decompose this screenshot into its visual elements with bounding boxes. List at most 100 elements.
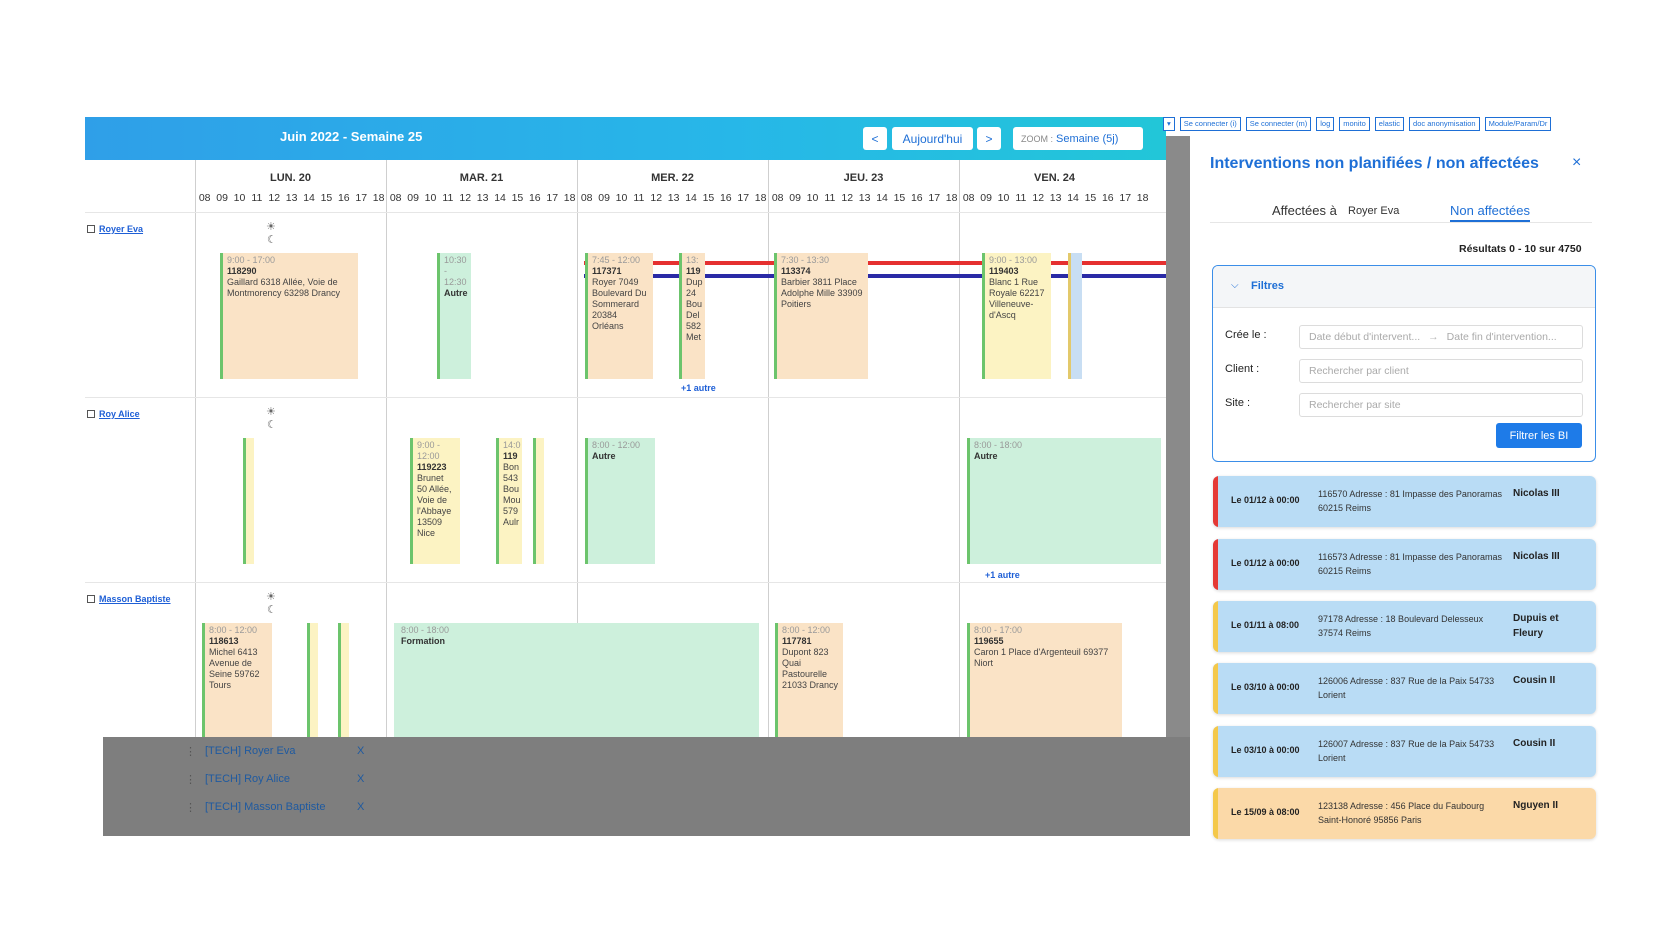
row-separator bbox=[85, 212, 1166, 213]
toolbar-button[interactable]: doc anonymisation bbox=[1409, 117, 1480, 131]
event-id: 118613 bbox=[209, 636, 239, 646]
event-time: 10:30 - 12:30 bbox=[444, 255, 467, 287]
affected-tech-select[interactable]: Royer Eva bbox=[1348, 205, 1399, 217]
hour-label: 16 bbox=[1101, 192, 1114, 204]
event-card[interactable]: 9:00 - 12:00 119223 Brunet 50 Allée, Voi… bbox=[410, 438, 460, 564]
tech-row-roy-alice[interactable]: Roy Alice bbox=[87, 409, 140, 419]
hour-label: 15 bbox=[893, 192, 906, 204]
event-card[interactable]: 9:00 - 17:00 118290 Gaillard 6318 Allée,… bbox=[220, 253, 358, 379]
hour-label: 10 bbox=[997, 192, 1010, 204]
remove-icon[interactable]: X bbox=[357, 801, 364, 813]
tech-link[interactable]: Roy Alice bbox=[99, 409, 140, 419]
tech-filter-item[interactable]: [TECH] Masson Baptiste bbox=[205, 801, 325, 813]
tech-row-masson-baptiste[interactable]: Masson Baptiste bbox=[87, 594, 171, 604]
event-card[interactable]: 8:00 - 18:00 Formation bbox=[394, 623, 759, 737]
hour-label: 10 bbox=[806, 192, 819, 204]
card-address: 123138 Adresse : 456 Place du Faubourg S… bbox=[1318, 801, 1485, 825]
toolbar-button[interactable]: elastic bbox=[1374, 117, 1405, 131]
event-card[interactable] bbox=[307, 623, 318, 737]
tech-row-royer-eva[interactable]: Royer Eva bbox=[87, 224, 143, 234]
hour-row: 08 09 10 11 12 13 14 15 16 17 18 bbox=[196, 192, 387, 208]
panel-title: Interventions non planifiées / non affec… bbox=[1210, 155, 1539, 172]
toolbar-button[interactable]: log bbox=[1316, 117, 1335, 131]
filters-toggle[interactable]: ⌵ Filtres bbox=[1213, 266, 1595, 308]
toolbar-button[interactable]: Module/Param/Dr bbox=[1484, 117, 1552, 131]
filter-button[interactable]: Filtrer les BI bbox=[1496, 423, 1582, 448]
drag-handle-icon[interactable]: ⋮ bbox=[185, 801, 196, 814]
zoom-select[interactable]: ZOOM : Semaine (5j) bbox=[1013, 127, 1143, 150]
event-card[interactable]: 10:30 - 12:30 Autre bbox=[437, 253, 471, 379]
hour-label: 17 bbox=[737, 192, 750, 204]
hour-row: 08 09 10 11 12 13 14 15 16 17 18 bbox=[769, 192, 960, 208]
event-card[interactable]: 9:00 - 13:00 119403 Blanc 1 Rue Royale 6… bbox=[982, 253, 1051, 379]
remove-icon[interactable]: X bbox=[357, 745, 364, 757]
toolbar-button[interactable]: Se connecter (m) bbox=[1245, 117, 1312, 131]
date-start-input[interactable]: Date début d'intervent... bbox=[1309, 331, 1420, 343]
tech-link[interactable]: Royer Eva bbox=[99, 224, 143, 234]
event-text: Gaillard 6318 Allée, Voie de Montmorency… bbox=[227, 277, 341, 298]
tab-unassigned[interactable]: Non affectées bbox=[1450, 203, 1530, 222]
client-search-input[interactable]: Rechercher par client bbox=[1299, 359, 1583, 383]
event-card[interactable]: 13: 119 Dup 24 Bou Del 582 Met bbox=[679, 253, 705, 379]
event-time: 9:00 - 13:00 bbox=[989, 255, 1038, 265]
event-card[interactable] bbox=[533, 438, 544, 564]
day-header: VEN. 24 bbox=[1034, 172, 1075, 184]
calendar-grid: LUN. 20 MAR. 21 MER. 22 JEU. 23 VEN. 24 … bbox=[85, 160, 1166, 737]
intervention-card[interactable]: Le 03/10 à 00:00 126006 Adresse : 837 Rue… bbox=[1213, 663, 1596, 714]
drag-handle-icon[interactable]: ⋮ bbox=[185, 773, 196, 786]
event-card[interactable] bbox=[338, 623, 349, 737]
sun-icon: ☀ bbox=[266, 406, 276, 418]
toolbar-button[interactable]: monito bbox=[1339, 117, 1370, 131]
date-range-input[interactable]: Date début d'intervent... → Date fin d'i… bbox=[1299, 325, 1583, 349]
event-card[interactable]: 8:00 - 17:00 119655 Caron 1 Place d'Arge… bbox=[967, 623, 1122, 737]
next-week-button[interactable]: > bbox=[977, 127, 1001, 150]
status-bar bbox=[1213, 788, 1218, 839]
drag-handle-icon[interactable]: ⋮ bbox=[185, 745, 196, 758]
hour-label: 16 bbox=[528, 192, 541, 204]
card-address: 126006 Adresse : 837 Rue de la Paix 5473… bbox=[1318, 676, 1495, 700]
event-time: 8:00 - 18:00 bbox=[974, 440, 1023, 450]
toolbar-button[interactable]: Se connecter (i) bbox=[1179, 117, 1241, 131]
tech-filter-item[interactable]: [TECH] Royer Eva bbox=[205, 745, 295, 757]
tech-filter-item[interactable]: [TECH] Roy Alice bbox=[205, 773, 290, 785]
event-time: 8:00 - 12:00 bbox=[592, 440, 641, 450]
event-time: 7:30 - 13:30 bbox=[781, 255, 830, 265]
tech-checkbox[interactable] bbox=[87, 410, 95, 418]
intervention-card[interactable]: Le 15/09 à 08:00 123138 Adresse : 456 Pla… bbox=[1213, 788, 1596, 839]
event-card[interactable]: 8:00 - 12:00 117781 Dupont 823 Quai Past… bbox=[775, 623, 843, 737]
remove-icon[interactable]: X bbox=[357, 773, 364, 785]
intervention-card[interactable]: Le 01/12 à 00:00 116573 Adresse : 81 Impa… bbox=[1213, 539, 1596, 590]
intervention-card[interactable]: Le 01/11 à 08:00 97178 Adresse : 18 Boule… bbox=[1213, 601, 1596, 652]
more-events-link[interactable]: +1 autre bbox=[681, 383, 716, 393]
hour-label: 10 bbox=[424, 192, 437, 204]
event-card[interactable]: 14:0 119 Bon 543 Bou Mou 579 Aulr bbox=[496, 438, 522, 564]
event-card[interactable] bbox=[1068, 253, 1082, 379]
event-card[interactable]: 7:45 - 12:00 117371 Royer 7049 Boulevard… bbox=[585, 253, 653, 379]
hour-label: 14 bbox=[494, 192, 506, 204]
event-card[interactable] bbox=[243, 438, 254, 564]
tab-affected[interactable]: Affectées à bbox=[1272, 203, 1337, 218]
hour-label: 08 bbox=[580, 192, 593, 204]
event-card[interactable]: 8:00 - 12:00 Autre bbox=[585, 438, 655, 564]
tech-checkbox[interactable] bbox=[87, 225, 95, 233]
row-separator bbox=[85, 582, 1166, 583]
event-card[interactable]: 7:30 - 13:30 113374 Barbier 3811 Place A… bbox=[774, 253, 868, 379]
intervention-card[interactable]: Le 03/10 à 00:00 126007 Adresse : 837 Rue… bbox=[1213, 726, 1596, 777]
date-end-input[interactable]: Date fin d'intervention... bbox=[1447, 331, 1557, 343]
tech-link[interactable]: Masson Baptiste bbox=[99, 594, 171, 604]
hour-label: 18 bbox=[563, 192, 576, 204]
dropdown-toggle[interactable]: ▾ bbox=[1163, 117, 1175, 131]
event-card[interactable]: 8:00 - 12:00 118613 Michel 6413 Avenue d… bbox=[202, 623, 272, 737]
arrow-right-icon: → bbox=[1428, 331, 1439, 343]
intervention-card[interactable]: Le 01/12 à 00:00 116570 Adresse : 81 Impa… bbox=[1213, 476, 1596, 527]
prev-week-button[interactable]: < bbox=[863, 127, 887, 150]
event-card[interactable]: 8:00 - 18:00 Autre bbox=[967, 438, 1161, 564]
hour-label: 11 bbox=[824, 192, 836, 204]
hour-label: 15 bbox=[511, 192, 524, 204]
card-address: 97178 Adresse : 18 Boulevard Delesseux 3… bbox=[1318, 614, 1484, 638]
today-button[interactable]: Aujourd'hui bbox=[892, 127, 973, 150]
site-search-input[interactable]: Rechercher par site bbox=[1299, 393, 1583, 417]
more-events-link[interactable]: +1 autre bbox=[985, 570, 1020, 580]
tech-checkbox[interactable] bbox=[87, 595, 95, 603]
close-icon[interactable]: × bbox=[1572, 154, 1581, 172]
